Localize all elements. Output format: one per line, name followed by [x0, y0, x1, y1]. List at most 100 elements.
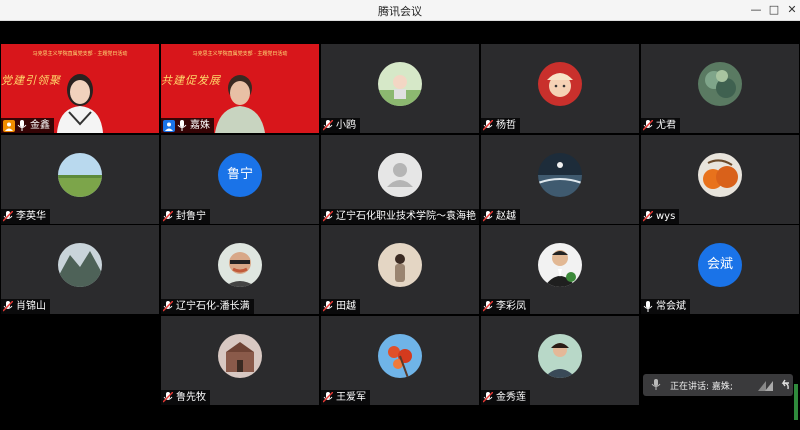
participant-name: 李彩凤 — [496, 301, 526, 312]
participant-name: 辽宁石化-潘长满 — [176, 301, 250, 312]
participant-name: 肖锦山 — [16, 301, 46, 312]
participant-tile[interactable]: 田越 — [321, 225, 479, 314]
participant-name-tag: 李英华 — [1, 209, 50, 224]
participant-name: 小鸥 — [336, 120, 356, 131]
participant-name: 封鲁宁 — [176, 211, 206, 222]
avatar — [378, 62, 422, 106]
avatar — [538, 62, 582, 106]
participant-name: 田越 — [336, 301, 356, 312]
collapse-icon[interactable] — [779, 379, 790, 390]
participant-name: wys — [656, 211, 676, 222]
mic-muted-icon — [323, 301, 333, 312]
participant-name-tag: 王爱军 — [321, 390, 370, 405]
window-title: 腾讯会议 — [378, 5, 422, 18]
avatar — [698, 62, 742, 106]
participant-name-tag: 尤君 — [641, 118, 680, 133]
speaking-indicator[interactable]: 正在讲话: 嘉姝; — [643, 374, 793, 396]
mic-muted-icon — [483, 211, 493, 222]
participant-tile[interactable]: 杨哲 — [481, 44, 639, 133]
mic-muted-icon — [163, 211, 173, 222]
mic-muted-icon — [323, 211, 333, 222]
avatar-initials: 鲁宁 — [218, 153, 262, 197]
mic-muted-icon — [323, 120, 333, 131]
participant-tile[interactable]: 鲁宁 封鲁宁 — [161, 135, 319, 224]
participant-name-tag: 赵越 — [481, 209, 520, 224]
participant-name: 鲁先牧 — [176, 392, 206, 403]
mic-muted-icon — [163, 301, 173, 312]
participant-name: 金秀莲 — [496, 392, 526, 403]
participant-name: 李英华 — [16, 211, 46, 222]
participant-name-tag: 肖锦山 — [1, 299, 50, 314]
cohost-icon — [163, 119, 175, 132]
participant-tile[interactable]: 小鸥 — [321, 44, 479, 133]
participant-name-tag: 金秀莲 — [481, 390, 530, 405]
mic-icon — [651, 379, 661, 390]
mic-muted-icon — [483, 392, 493, 403]
avatar — [538, 153, 582, 197]
avatar — [58, 243, 102, 287]
avatar — [378, 243, 422, 287]
participant-tile[interactable]: 李彩凤 — [481, 225, 639, 314]
person-video — [215, 75, 265, 133]
participant-name-tag: 金鑫 — [1, 118, 54, 133]
minimize-button[interactable]: — — [748, 2, 764, 18]
title-bar: 腾讯会议 — □ ✕ — [0, 0, 800, 21]
banner-text: 马克思主义学院直属党支部 · 主题党日活动 — [32, 51, 128, 57]
avatar — [538, 334, 582, 378]
scrollbar[interactable] — [794, 384, 798, 420]
close-button[interactable]: ✕ — [784, 2, 800, 18]
participant-name: 尤君 — [656, 120, 676, 131]
participant-name: 杨哲 — [496, 120, 516, 131]
participant-name-tag: wys — [641, 209, 680, 224]
participant-tile[interactable]: 李英华 — [1, 135, 159, 224]
participant-tile[interactable]: 肖锦山 — [1, 225, 159, 314]
participant-tile[interactable]: 鲁先牧 — [161, 316, 319, 405]
participant-name-tag: 杨哲 — [481, 118, 520, 133]
avatar — [538, 243, 582, 287]
signal-icon — [758, 381, 773, 391]
participant-name-tag: 封鲁宁 — [161, 209, 210, 224]
mic-icon — [17, 120, 27, 131]
participant-tile[interactable]: 马克思主义学院直属党支部 · 主题党日活动 党建引领聚 金鑫 — [1, 44, 159, 133]
participant-tile[interactable]: 会斌 常会斌 — [641, 225, 799, 314]
participant-tile[interactable]: 辽宁石化职业技术学院～袁海艳 — [321, 135, 479, 224]
participant-name: 赵越 — [496, 211, 516, 222]
participant-tile[interactable]: wys — [641, 135, 799, 224]
participant-name-tag: 辽宁石化-潘长满 — [161, 299, 254, 314]
mic-icon — [177, 120, 187, 131]
participant-name-tag: 田越 — [321, 299, 360, 314]
participant-name: 嘉姝 — [190, 120, 210, 131]
host-icon — [3, 119, 15, 132]
mic-muted-icon — [643, 211, 653, 222]
participant-name-tag: 小鸥 — [321, 118, 360, 133]
avatar — [698, 153, 742, 197]
participant-tile[interactable]: 金秀莲 — [481, 316, 639, 405]
participant-name: 金鑫 — [30, 120, 50, 131]
mic-muted-icon — [3, 211, 13, 222]
default-avatar-icon — [378, 153, 422, 197]
person-video — [57, 74, 103, 133]
banner-text: 马克思主义学院直属党支部 · 主题党日活动 — [192, 51, 288, 57]
avatar — [218, 243, 262, 287]
mic-muted-icon — [643, 120, 653, 131]
participant-name-tag: 李彩凤 — [481, 299, 530, 314]
avatar — [218, 334, 262, 378]
mic-muted-icon — [483, 301, 493, 312]
participant-tile[interactable]: 马克思主义学院直属党支部 · 主题党日活动 共建促发展 嘉姝 — [161, 44, 319, 133]
participant-name: 辽宁石化职业技术学院～袁海艳 — [336, 211, 476, 222]
participant-name: 常会斌 — [656, 301, 686, 312]
speaking-label: 正在讲话: 嘉姝; — [670, 382, 733, 392]
mic-muted-icon — [483, 120, 493, 131]
participant-name-tag: 嘉姝 — [161, 118, 214, 133]
participant-tile[interactable]: 尤君 — [641, 44, 799, 133]
participant-tile[interactable]: 赵越 — [481, 135, 639, 224]
participant-name-tag: 常会斌 — [641, 299, 690, 314]
participant-tile[interactable]: 王爱军 — [321, 316, 479, 405]
avatar — [58, 153, 102, 197]
participant-name-tag: 辽宁石化职业技术学院～袁海艳 — [321, 209, 479, 224]
maximize-button[interactable]: □ — [766, 2, 782, 18]
mic-muted-icon — [3, 301, 13, 312]
mic-muted-icon — [163, 392, 173, 403]
participant-tile[interactable]: 辽宁石化-潘长满 — [161, 225, 319, 314]
mic-muted-icon — [323, 392, 333, 403]
